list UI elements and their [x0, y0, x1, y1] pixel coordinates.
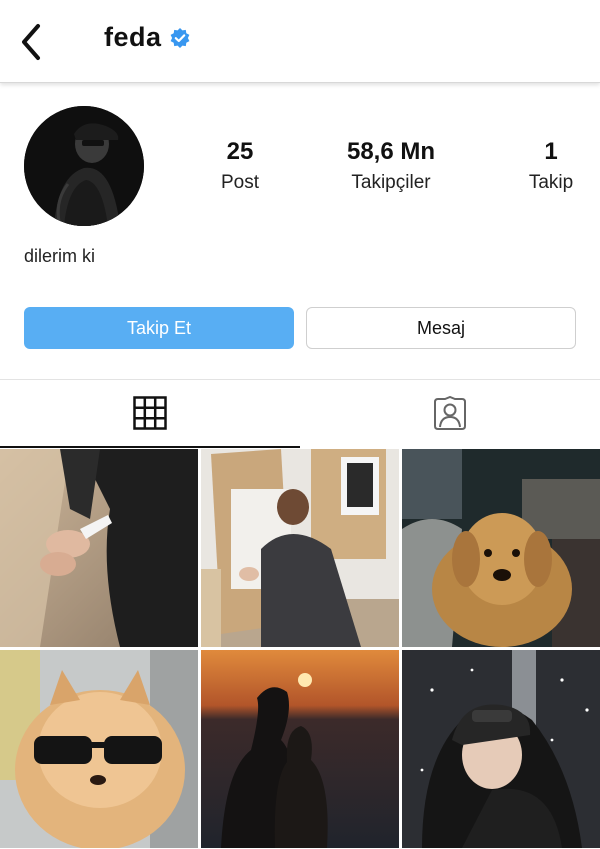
back-button[interactable] [14, 22, 50, 62]
snow-selfie-photo [402, 650, 600, 848]
stat-following[interactable]: 1 Takip [516, 138, 586, 194]
follow-button[interactable]: Takip Et [24, 307, 294, 349]
stat-followers[interactable]: 58,6 Mn Takipçiler [326, 138, 456, 194]
profile-username: feda [104, 22, 162, 52]
post-thumbnail-6[interactable] [402, 650, 600, 848]
profile-bio: dilerim ki [24, 246, 96, 266]
post-thumbnail-3[interactable] [402, 449, 600, 647]
grid-icon [133, 396, 167, 430]
drawing-class-photo [201, 449, 399, 647]
holding-hands-photo [0, 449, 198, 647]
followers-count: 58,6 Mn [346, 138, 436, 165]
sunset-couple-photo [201, 650, 399, 848]
chevron-left-icon [22, 24, 40, 60]
tab-posts-grid[interactable] [0, 380, 300, 448]
profile-avatar[interactable] [24, 106, 144, 226]
tab-tagged[interactable] [300, 380, 600, 448]
posts-grid [0, 449, 600, 849]
posts-label: Post [220, 172, 260, 193]
following-count: 1 [544, 138, 558, 165]
tagged-user-icon [434, 396, 466, 430]
posts-count: 25 [226, 138, 254, 165]
post-thumbnail-4[interactable] [0, 650, 198, 848]
post-thumbnail-1[interactable] [0, 449, 198, 647]
post-thumbnail-2[interactable] [201, 449, 399, 647]
following-label: Takip [528, 172, 574, 193]
verified-badge-icon [170, 27, 189, 48]
stat-posts[interactable]: 25 Post [200, 138, 280, 194]
avatar-photo [24, 106, 144, 226]
username-row: feda [104, 22, 190, 53]
top-bar: feda [0, 0, 600, 83]
profile-tabs [0, 379, 600, 448]
followers-label: Takipçiler [351, 172, 431, 193]
post-thumbnail-5[interactable] [201, 650, 399, 848]
pomeranian-sunglasses-photo [0, 650, 198, 848]
message-button[interactable]: Mesaj [306, 307, 576, 349]
golden-retriever-photo [402, 449, 600, 647]
